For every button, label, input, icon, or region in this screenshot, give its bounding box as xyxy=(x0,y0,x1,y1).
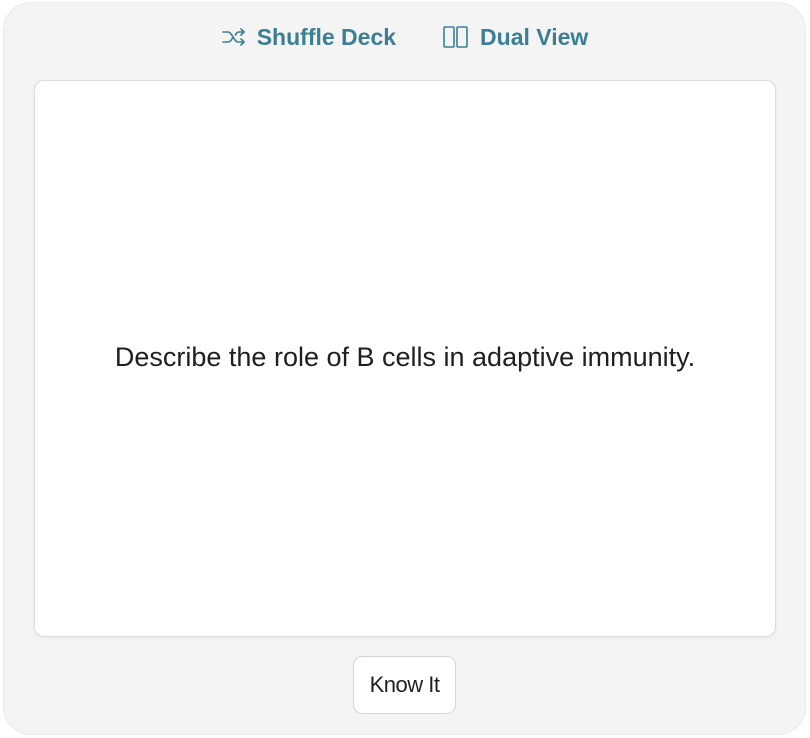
know-it-button[interactable]: Know It xyxy=(353,656,456,714)
dual-view-label: Dual View xyxy=(480,23,589,50)
columns-icon xyxy=(442,25,470,49)
shuffle-deck-button[interactable]: Shuffle Deck xyxy=(221,24,396,51)
toolbar: Shuffle Deck Dual View xyxy=(4,19,805,55)
shuffle-icon xyxy=(221,26,247,48)
flashcard-prompt: Describe the role of B cells in adaptive… xyxy=(114,342,696,372)
flashcard[interactable]: Describe the role of B cells in adaptive… xyxy=(34,80,776,637)
dual-view-button[interactable]: Dual View xyxy=(442,24,588,51)
shuffle-deck-label: Shuffle Deck xyxy=(256,23,397,50)
flashcard-panel: Shuffle Deck Dual View Describe the role… xyxy=(3,2,806,735)
